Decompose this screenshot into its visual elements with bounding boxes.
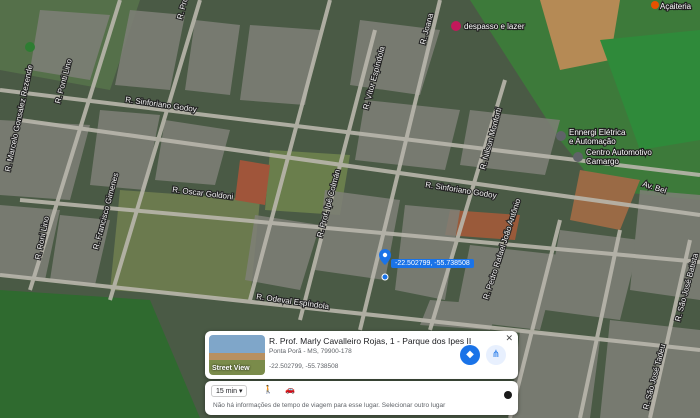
travel-status-icon xyxy=(504,391,512,399)
svg-text:Açaiteria: Açaiteria xyxy=(660,2,692,11)
directions-button[interactable]: ◆ xyxy=(460,345,480,365)
poi-icon xyxy=(556,131,566,141)
close-icon[interactable]: ✕ xyxy=(505,333,513,344)
poi-icon xyxy=(573,152,583,162)
place-subtitle: Ponta Porã - MS, 79900-178 xyxy=(269,348,352,355)
svg-text:e Automação: e Automação xyxy=(569,137,616,146)
place-coordinates: -22.502799, -55.738508 xyxy=(269,363,339,370)
svg-text:Ennergi Elétrica: Ennergi Elétrica xyxy=(569,128,626,137)
svg-text:Camargo: Camargo xyxy=(586,157,619,166)
street-view-label: Street View xyxy=(212,365,250,372)
svg-text:despasso e lazer: despasso e lazer xyxy=(464,22,525,31)
travel-message: Não há informações de tempo de viagem pa… xyxy=(213,402,446,409)
place-title: R. Prof. Marly Cavalleiro Rojas, 1 - Par… xyxy=(269,336,472,346)
street-view-thumbnail[interactable]: Street View xyxy=(209,335,265,375)
poi-icon xyxy=(651,1,659,9)
poi-marker-icon[interactable] xyxy=(25,42,35,52)
travel-mode-icons[interactable]: 🚶🚗 xyxy=(263,385,307,394)
place-card[interactable]: Street View R. Prof. Marly Cavalleiro Ro… xyxy=(205,331,518,379)
travel-time-select[interactable]: 15 min ▾ xyxy=(211,385,248,397)
share-button[interactable]: ⋔ xyxy=(486,345,506,365)
svg-text:Centro Automotivo: Centro Automotivo xyxy=(586,148,652,157)
pin-coordinates-label: -22.502799, -55.738508 xyxy=(391,259,474,268)
travel-panel[interactable]: 15 min ▾ 🚶🚗 Não há informações de tempo … xyxy=(205,381,518,415)
poi-icon xyxy=(451,21,461,31)
